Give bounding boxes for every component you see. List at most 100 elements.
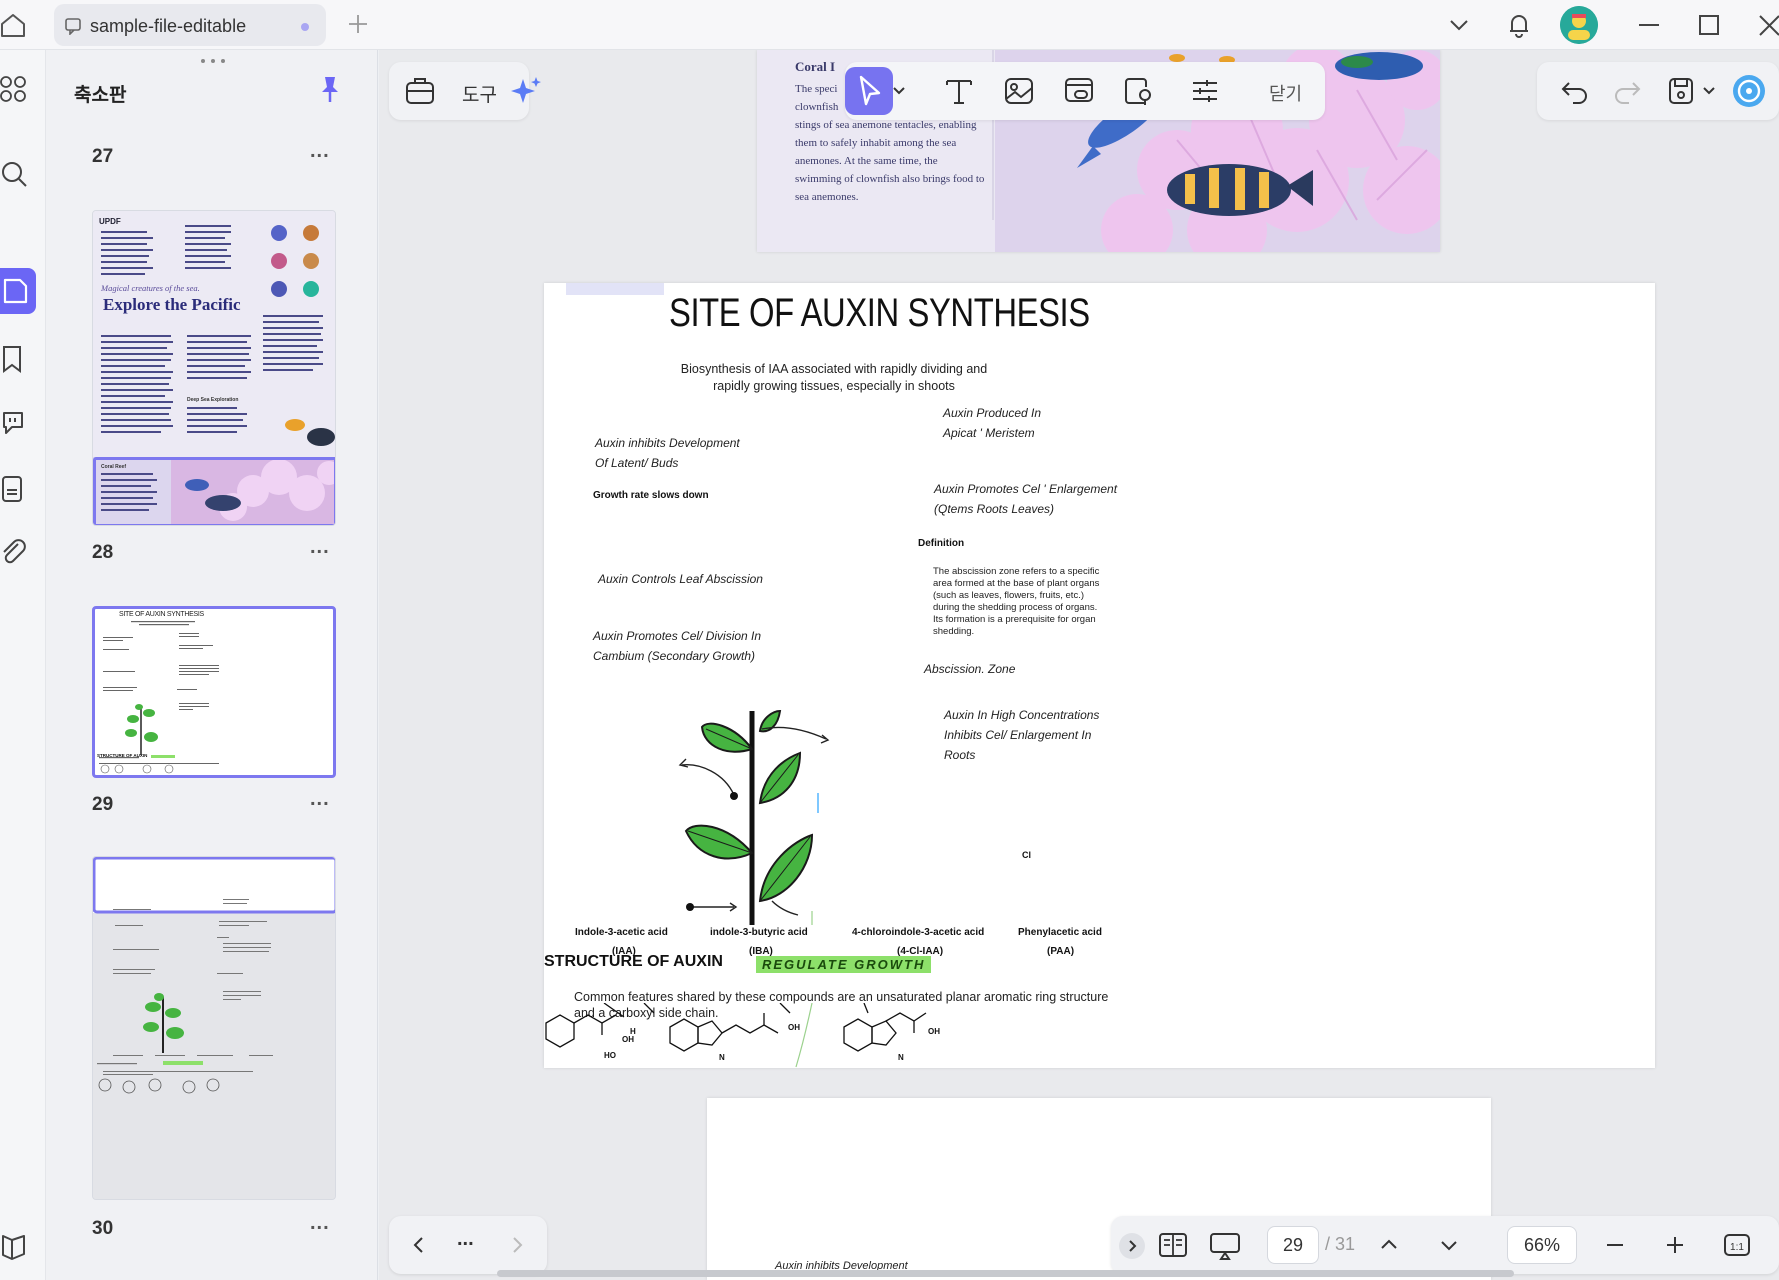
comment-icon[interactable] bbox=[0, 408, 30, 438]
n-label: N bbox=[898, 1053, 904, 1062]
edit-toolbar: 닫기 bbox=[845, 62, 1325, 120]
top-tab-bar: sample-file-editable bbox=[0, 0, 1779, 50]
pages-icon[interactable] bbox=[0, 474, 30, 504]
close-window-icon[interactable] bbox=[1754, 10, 1779, 40]
file-tab-label: sample-file-editable bbox=[90, 16, 247, 36]
more-button[interactable]: ... bbox=[457, 1228, 474, 1251]
link-tool-icon[interactable] bbox=[1061, 73, 1097, 109]
subtitle-line-2: rapidly growing tissues, especially in s… bbox=[713, 379, 955, 393]
avatar[interactable] bbox=[1560, 6, 1598, 44]
drag-handle-icon[interactable] bbox=[198, 58, 228, 64]
actual-size-icon[interactable]: 1:1 bbox=[1719, 1227, 1755, 1263]
note-line: (Qtems Roots Leaves) bbox=[934, 502, 1055, 516]
page-nav-bar: 29 / 31 66% 1:1 bbox=[1111, 1216, 1779, 1274]
thumb-29-title: SITE OF AUXIN SYNTHESIS bbox=[119, 611, 204, 618]
search-icon[interactable] bbox=[0, 160, 30, 190]
note-high-concentration: Auxin In High Concentrations Inhibits Ce… bbox=[944, 705, 1099, 765]
regulate-growth-highlight: REGULATE GROWTH bbox=[756, 956, 932, 973]
file-tab[interactable]: sample-file-editable bbox=[54, 4, 326, 46]
thumbnail-panel: 축소판 27 ... UPDF Magical creatures of the… bbox=[46, 50, 378, 1280]
maximize-icon[interactable] bbox=[1694, 10, 1724, 40]
thumbnails-icon[interactable] bbox=[0, 268, 36, 314]
stamp-tool-icon[interactable] bbox=[1121, 73, 1157, 109]
definition-text: The abscission zone refers to a specific… bbox=[933, 566, 1100, 637]
thumb-page-number: 30 bbox=[92, 1218, 114, 1239]
oh-label: OH bbox=[928, 1027, 940, 1036]
select-tool-button[interactable] bbox=[845, 67, 893, 115]
chevron-down-icon[interactable] bbox=[1444, 10, 1474, 40]
note-line: Inhibits Cel/ Enlargement In bbox=[944, 728, 1092, 742]
thumb-updf-logo: UPDF bbox=[99, 217, 121, 226]
chevron-left-icon[interactable] bbox=[401, 1227, 437, 1263]
compound-iaa-name: Indole-3-acetic acid bbox=[575, 927, 668, 938]
chevron-down-icon[interactable] bbox=[889, 73, 909, 109]
note-line: Cambium (Secondary Growth) bbox=[593, 649, 756, 663]
image-tool-icon[interactable] bbox=[1001, 73, 1037, 109]
thumb-viewport-frame bbox=[93, 457, 335, 525]
ai-sparkle-icon[interactable] bbox=[509, 73, 545, 109]
chevron-down-icon[interactable] bbox=[1431, 1227, 1467, 1263]
bell-icon[interactable] bbox=[1504, 10, 1534, 40]
definition-label: Definition bbox=[918, 538, 965, 549]
presentation-icon[interactable] bbox=[1207, 1227, 1243, 1263]
thumb-more-button[interactable]: ... bbox=[310, 536, 330, 559]
thumbnails-title: 축소판 bbox=[74, 85, 127, 106]
thumb-more-button[interactable]: ... bbox=[310, 1212, 330, 1235]
thumb-nav-bar: ... bbox=[389, 1216, 547, 1274]
expand-nav-button[interactable] bbox=[1119, 1233, 1145, 1259]
chevron-right-icon[interactable] bbox=[499, 1227, 535, 1263]
note-line: Roots bbox=[944, 748, 976, 762]
page-number-input[interactable]: 29 bbox=[1267, 1226, 1319, 1264]
page-layout-icon[interactable] bbox=[1155, 1227, 1191, 1263]
compound-iba-name: indole-3-butyric acid bbox=[710, 927, 808, 938]
zoom-out-icon[interactable] bbox=[1597, 1227, 1633, 1263]
settings-sliders-icon[interactable] bbox=[1187, 73, 1223, 109]
thumb-more-button[interactable]: ... bbox=[310, 788, 330, 811]
chevron-up-icon[interactable] bbox=[1371, 1227, 1407, 1263]
left-icon-rail bbox=[0, 50, 46, 1280]
note-line: Apicat ' Meristem bbox=[943, 426, 1035, 440]
document-viewer[interactable]: Coral I The speci clownfish stings of se… bbox=[379, 50, 1779, 1280]
thumb-title: Explore the Pacific bbox=[103, 295, 241, 314]
attachment-icon[interactable] bbox=[0, 538, 30, 568]
tools-label[interactable]: 도구 bbox=[462, 80, 497, 107]
thumbnail-page-30[interactable] bbox=[92, 856, 336, 1200]
coral-line: The speci bbox=[795, 83, 838, 95]
ai-assistant-icon[interactable] bbox=[1731, 73, 1767, 109]
bookmark-icon[interactable] bbox=[0, 344, 30, 374]
thumb-more-button[interactable]: ... bbox=[310, 140, 330, 163]
thumbnail-page-28[interactable]: UPDF Magical creatures of the sea. Explo… bbox=[92, 210, 336, 526]
home-icon[interactable] bbox=[0, 10, 30, 40]
history-toolbar bbox=[1537, 62, 1779, 120]
close-edit-button[interactable]: 닫기 bbox=[1257, 67, 1321, 115]
compound-paa-abbr: (PAA) bbox=[1047, 946, 1075, 957]
note-line: Auxin inhibits Development bbox=[595, 436, 740, 450]
pin-icon[interactable] bbox=[316, 74, 344, 104]
new-tab-icon[interactable] bbox=[346, 12, 370, 36]
thumb-page-number: 29 bbox=[92, 794, 114, 815]
close-edit-label: 닫기 bbox=[1269, 84, 1303, 104]
thumbnail-page-29[interactable]: SITE OF AUXIN SYNTHESIS STRUCTURE OF AUX… bbox=[92, 606, 336, 778]
page-29: SITE OF AUXIN SYNTHESIS Biosynthesis of … bbox=[544, 283, 1655, 1068]
redo-icon[interactable] bbox=[1609, 73, 1645, 109]
oh-label: OH bbox=[622, 1035, 634, 1044]
compound-paa-name: Phenylacetic acid bbox=[1018, 927, 1102, 938]
zoom-in-icon[interactable] bbox=[1657, 1227, 1693, 1263]
apps-grid-icon[interactable] bbox=[0, 74, 30, 104]
layers-icon[interactable] bbox=[0, 1232, 30, 1262]
minimize-icon[interactable] bbox=[1634, 10, 1664, 40]
chevron-down-icon[interactable] bbox=[1699, 73, 1719, 109]
page-subtitle: Biosynthesis of IAA associated with rapi… bbox=[664, 361, 1004, 395]
thumb-kicker: Magical creatures of the sea. bbox=[101, 283, 200, 293]
oh-label: OH bbox=[788, 1023, 800, 1032]
coral-heading: Coral I bbox=[795, 59, 836, 74]
text-tool-icon[interactable] bbox=[941, 73, 977, 109]
note-latent-buds: Auxin inhibits Development Of Latent/ Bu… bbox=[595, 433, 740, 473]
horizontal-scrollbar[interactable] bbox=[497, 1270, 1514, 1277]
toolbox-icon[interactable] bbox=[403, 73, 439, 109]
zoom-level-input[interactable]: 66% bbox=[1507, 1226, 1577, 1264]
coral-line: sea anemones. bbox=[795, 191, 859, 203]
undo-icon[interactable] bbox=[1557, 73, 1593, 109]
note-cell-enlargement: Auxin Promotes Cel ' Enlargement (Qtems … bbox=[934, 479, 1117, 519]
save-icon[interactable] bbox=[1663, 73, 1699, 109]
